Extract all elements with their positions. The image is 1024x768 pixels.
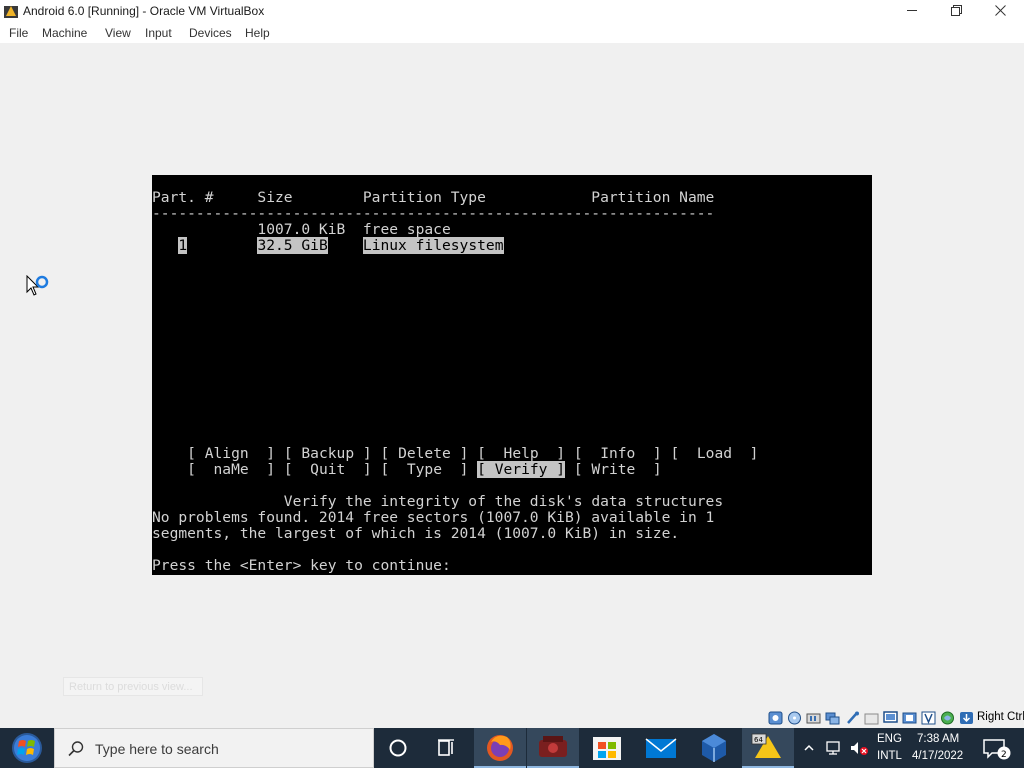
recording-icon[interactable] [902, 711, 917, 725]
microsoft-store-icon [593, 737, 621, 760]
optical-drive-icon[interactable] [787, 711, 802, 725]
window-titlebar: Android 6.0 [Running] - Oracle VM Virtua… [0, 0, 1024, 22]
windows-start-icon [12, 733, 42, 763]
window-title: Android 6.0 [Running] - Oracle VM Virtua… [23, 4, 265, 18]
type-button[interactable]: [ Type ] [381, 461, 469, 478]
maximize-button[interactable] [934, 0, 978, 22]
delete-button[interactable]: [ Delete ] [381, 445, 469, 462]
close-icon [995, 5, 1006, 16]
align-button[interactable]: [ Align ] [187, 445, 275, 462]
host-key-label: Right Ctrl [977, 711, 1024, 723]
action-center-button[interactable]: 2 [976, 728, 1024, 768]
taskbar-firefox[interactable] [474, 728, 526, 768]
cortana-button[interactable] [372, 728, 424, 768]
taskbar-virtualbox-vm[interactable]: 64 [742, 728, 794, 768]
action-buttons-row-1: [ Align ] [ Backup ] [ Delete ] [ Help ]… [152, 446, 758, 462]
show-hidden-icons-icon[interactable] [803, 742, 815, 754]
menu-help[interactable]: Help [245, 26, 270, 40]
mail-icon [645, 738, 677, 758]
volume-muted-icon[interactable] [849, 740, 869, 756]
start-button[interactable] [0, 728, 54, 768]
write-button[interactable]: [ Write ] [574, 461, 662, 478]
return-tooltip: Return to previous view... [63, 677, 203, 696]
partition-table-header: Part. # Size Partition Type Partition Na… [152, 189, 715, 206]
menu-machine[interactable]: Machine [42, 26, 87, 40]
vm-status-bar: Right Ctrl [0, 708, 1024, 728]
partition-type: Linux filesystem [362, 237, 504, 254]
language-code[interactable]: ENG [877, 733, 902, 745]
vm-console-screen[interactable]: Part. # Size Partition Type Partition Na… [152, 175, 872, 575]
verify-result-line-1: No problems found. 2014 free sectors (10… [152, 509, 715, 526]
virtualbox-vm-icon: 64 [751, 733, 781, 758]
keyboard-layout[interactable]: INTL [877, 750, 902, 762]
menu-bar: File Machine View Input Devices Help [0, 22, 1024, 43]
partition-row-selected[interactable]: 1 32.5 GiB Linux filesystem [152, 237, 504, 254]
display-icon[interactable] [883, 711, 898, 725]
free-space-row[interactable]: 1007.0 KiB free space [152, 222, 450, 238]
action-description-text: Verify the integrity of the disk's data … [283, 493, 724, 510]
taskbar-virtualbox-manager[interactable] [688, 728, 740, 768]
svg-text:64: 64 [754, 736, 763, 744]
network-icon[interactable] [825, 711, 840, 725]
partition-table-separator: ----------------------------------------… [152, 205, 715, 222]
task-view-icon [438, 739, 454, 756]
busy-cursor-icon [26, 275, 49, 296]
close-button[interactable] [978, 0, 1022, 22]
name-button[interactable]: [ naMe ] [187, 461, 275, 478]
search-placeholder: Type here to search [95, 741, 219, 757]
usb-icon[interactable] [845, 711, 860, 725]
notifications-icon: 2 [983, 739, 1011, 760]
firefox-icon [487, 735, 513, 761]
windows-taskbar: Type here to search 64 ENG INTL 7:38 AM … [0, 728, 1024, 768]
verify-button[interactable]: [ Verify ] [477, 461, 566, 478]
photos-app-icon [539, 736, 567, 757]
taskbar-search-box[interactable]: Type here to search [54, 728, 374, 768]
hard-disk-icon[interactable] [768, 711, 783, 725]
continue-prompt: Press the <Enter> key to continue: [152, 557, 451, 574]
partition-size: 32.5 GiB [257, 237, 328, 254]
shared-folders-icon[interactable] [864, 711, 879, 725]
clock-date[interactable]: 4/17/2022 [912, 750, 963, 762]
verify-result-line-2: segments, the largest of which is 2014 (… [152, 525, 680, 542]
action-description: Verify the integrity of the disk's data … [152, 494, 723, 510]
virtualbox-icon [702, 734, 726, 762]
info-button[interactable]: [ Info ] [574, 445, 662, 462]
task-view-button[interactable] [420, 728, 472, 768]
menu-input[interactable]: Input [145, 26, 172, 40]
backup-button[interactable]: [ Backup ] [284, 445, 372, 462]
restore-icon [951, 5, 962, 16]
clock-time[interactable]: 7:38 AM [917, 733, 959, 745]
load-button[interactable]: [ Load ] [671, 445, 759, 462]
vrde-icon[interactable] [921, 711, 936, 725]
minimize-icon [907, 10, 917, 11]
mouse-integration-icon[interactable] [959, 711, 974, 725]
svg-text:2: 2 [1001, 750, 1007, 760]
network-tray-icon[interactable] [826, 740, 844, 756]
quit-button[interactable]: [ Quit ] [284, 461, 372, 478]
taskbar-photos-app[interactable] [527, 728, 579, 768]
virtualbox-app-icon [4, 6, 18, 18]
search-icon [68, 741, 84, 757]
help-button[interactable]: [ Help ] [477, 445, 565, 462]
action-buttons-row-2: [ naMe ] [ Quit ] [ Type ] [ Verify ] [ … [152, 461, 662, 478]
partition-number: 1 [178, 237, 188, 254]
taskbar-microsoft-store[interactable] [581, 728, 633, 768]
menu-file[interactable]: File [9, 26, 28, 40]
minimize-button[interactable] [890, 0, 934, 22]
menu-view[interactable]: View [105, 26, 131, 40]
cpu-icon[interactable] [940, 711, 955, 725]
cortana-icon [389, 739, 407, 757]
taskbar-mail[interactable] [635, 728, 687, 768]
menu-devices[interactable]: Devices [189, 26, 232, 40]
audio-icon[interactable] [806, 711, 821, 725]
